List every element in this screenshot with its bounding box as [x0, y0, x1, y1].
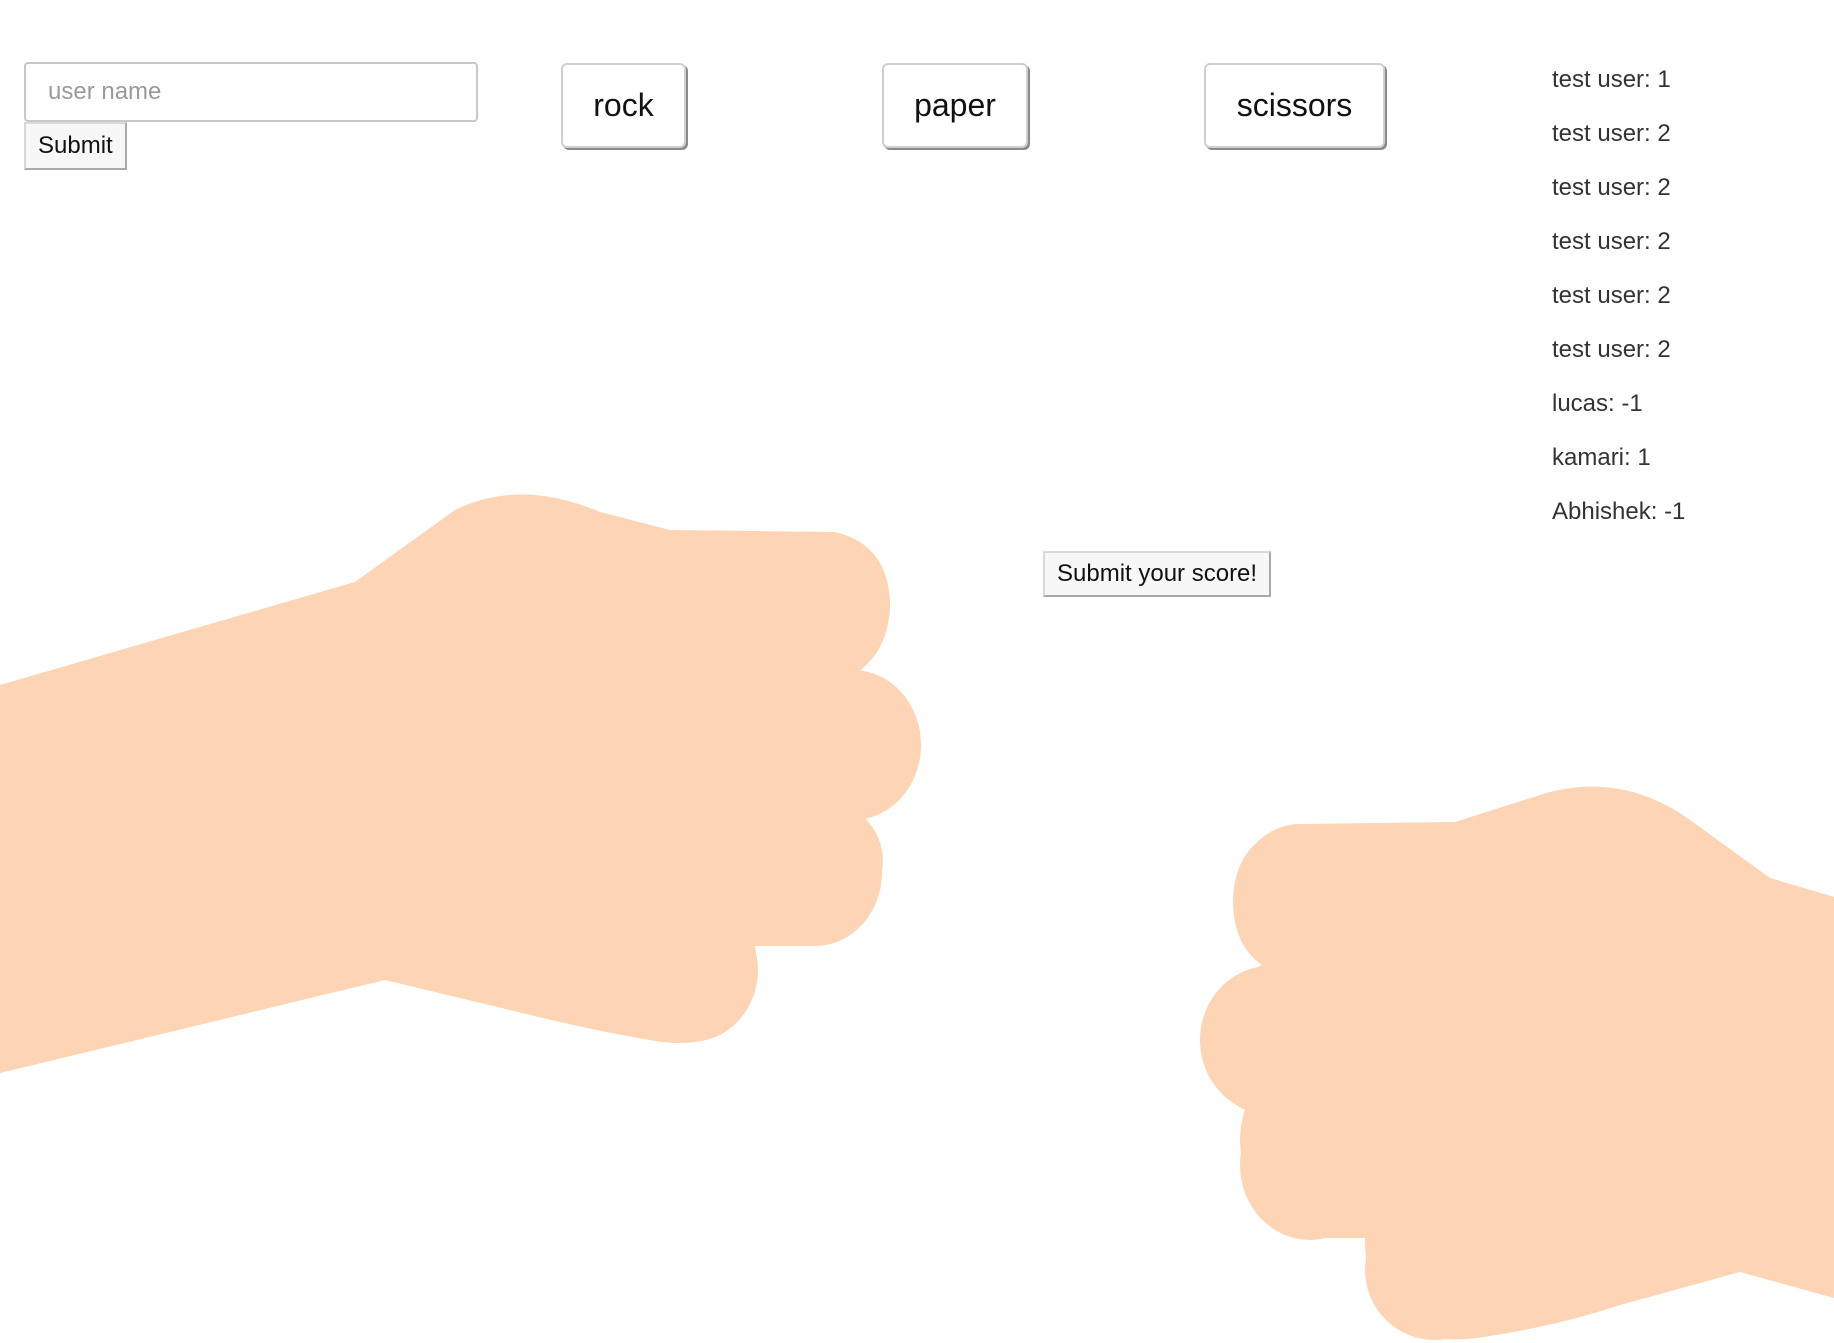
leaderboard-entry: test user: 1: [1552, 66, 1671, 93]
left-knuckle-4: [622, 898, 758, 1042]
leaderboard-entry: Abhishek: -1: [1552, 498, 1686, 525]
leaderboard-entry: test user: 2: [1552, 228, 1671, 255]
left-knuckle-1: [760, 533, 890, 677]
right-knuckle-4: [1365, 1200, 1505, 1340]
user-name-input[interactable]: [24, 62, 478, 122]
leaderboard-entry: test user: 2: [1552, 174, 1671, 201]
leaderboard: test user: 1 test user: 2 test user: 2 t…: [1552, 62, 1685, 548]
paper-button[interactable]: paper: [882, 63, 1028, 148]
left-forearm: [0, 494, 921, 1073]
left-knuckle-2: [785, 670, 921, 820]
scissors-button[interactable]: scissors: [1204, 63, 1385, 148]
submit-name-button[interactable]: Submit: [24, 122, 127, 170]
leaderboard-entry: test user: 2: [1552, 336, 1671, 363]
leaderboard-entry: test user: 2: [1552, 120, 1671, 147]
right-knuckle-1: [1234, 824, 1366, 976]
leaderboard-entry: test user: 2: [1552, 282, 1671, 309]
left-knuckle-3: [748, 798, 882, 946]
right-forearm: [1201, 786, 1834, 1340]
submit-score-button[interactable]: Submit your score!: [1043, 551, 1272, 597]
leaderboard-entry: lucas: -1: [1552, 390, 1643, 417]
right-knuckle-2: [1200, 966, 1340, 1114]
leaderboard-entry: kamari: 1: [1552, 444, 1651, 471]
right-knuckle-3: [1240, 1090, 1380, 1240]
rock-button[interactable]: rock: [561, 63, 686, 148]
left-fist-hand: [0, 494, 921, 1073]
right-fist-hand: [1200, 786, 1834, 1340]
